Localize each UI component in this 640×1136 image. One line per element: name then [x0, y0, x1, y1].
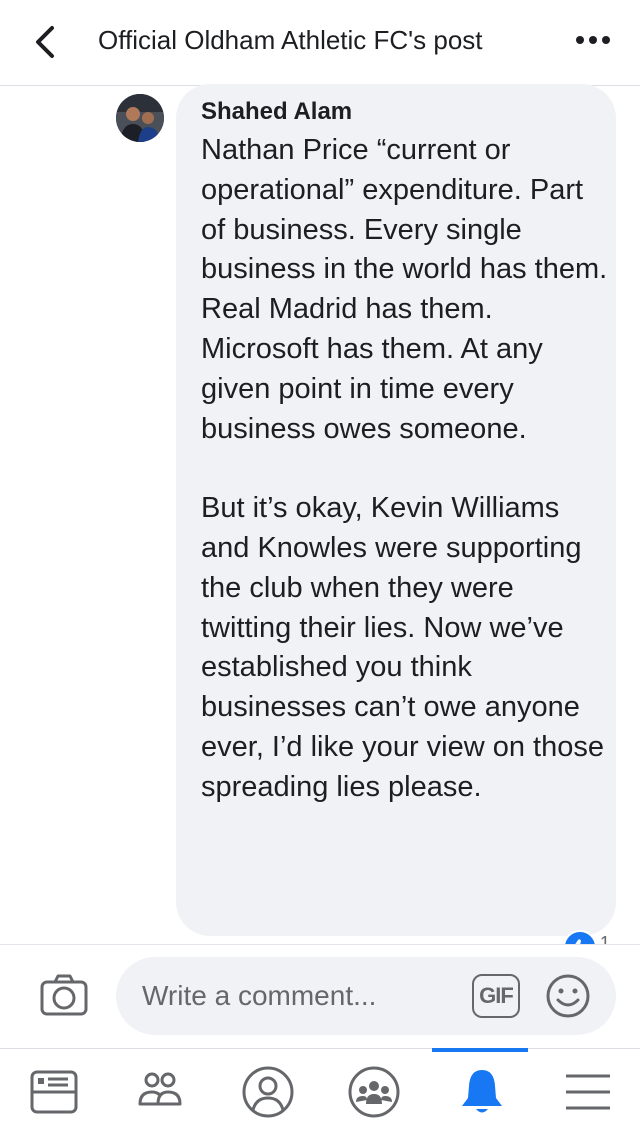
more-options-button[interactable] — [574, 30, 614, 50]
page-title: Official Oldham Athletic FC's post — [98, 25, 483, 55]
more-horizontal-icon — [576, 36, 610, 44]
gif-button[interactable]: GIF — [472, 974, 520, 1018]
groups-icon — [348, 1066, 400, 1118]
comment-paragraph-1: Nathan Price “current or operational” ex… — [201, 134, 608, 445]
profile-icon — [242, 1066, 294, 1118]
tab-menu[interactable] — [556, 1060, 620, 1124]
camera-button[interactable] — [38, 970, 90, 1022]
bell-icon — [462, 1070, 502, 1113]
avatar[interactable] — [116, 94, 164, 142]
tab-notifications[interactable] — [450, 1060, 514, 1124]
menu-icon — [566, 1074, 610, 1110]
chevron-left-icon — [36, 26, 54, 58]
comment-text: Nathan Price “current or operational” ex… — [201, 131, 611, 808]
camera-icon — [40, 974, 88, 1016]
smiley-icon — [546, 974, 590, 1018]
news-feed-icon — [30, 1070, 78, 1114]
friends-icon — [138, 1072, 182, 1106]
emoji-button[interactable] — [544, 972, 592, 1020]
tab-groups[interactable] — [342, 1060, 406, 1124]
active-tab-indicator — [432, 1048, 528, 1052]
bottom-tab-bar — [0, 1048, 640, 1136]
comment-author[interactable]: Shahed Alam — [201, 98, 352, 126]
back-button[interactable] — [26, 22, 66, 62]
tab-news-feed[interactable] — [22, 1060, 86, 1124]
comment-paragraph-2: But it’s okay, Kevin Williams and Knowle… — [201, 492, 604, 803]
tab-friends[interactable] — [128, 1060, 192, 1124]
header-bar: Official Oldham Athletic FC's post — [0, 0, 640, 86]
tab-profile[interactable] — [236, 1060, 300, 1124]
comment-input-placeholder[interactable]: Write a comment... — [142, 980, 376, 1012]
